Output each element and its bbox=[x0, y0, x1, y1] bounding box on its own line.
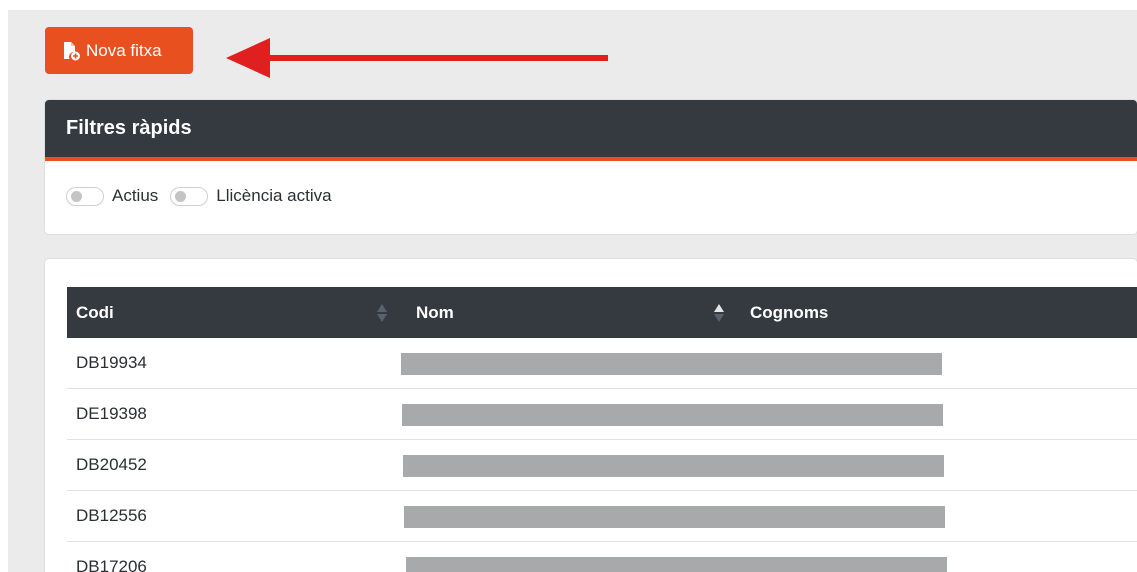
redacted-name bbox=[404, 506, 945, 528]
sort-ascending-icon[interactable] bbox=[714, 303, 724, 323]
toggle-llicencia-activa-switch[interactable] bbox=[170, 186, 209, 206]
file-add-icon bbox=[60, 40, 82, 62]
table-header: Codi Nom Cognoms bbox=[67, 287, 1137, 338]
sort-icon[interactable] bbox=[377, 303, 387, 323]
table-row[interactable]: DB20452 bbox=[67, 440, 1137, 491]
column-label-cognoms: Cognoms bbox=[750, 302, 829, 322]
column-label-codi: Codi bbox=[76, 302, 114, 322]
cell-codi: DB17206 bbox=[76, 557, 147, 572]
quick-filters-panel: Filtres ràpids Actius Llicència activa bbox=[45, 100, 1137, 234]
redacted-name bbox=[401, 353, 942, 375]
records-table-card: Codi Nom Cognoms DB19934 DE19398 DB20452… bbox=[45, 259, 1137, 572]
redacted-name bbox=[406, 557, 947, 572]
column-header-cognoms[interactable]: Cognoms bbox=[750, 287, 828, 338]
cell-codi: DB20452 bbox=[76, 455, 147, 474]
toggle-actius-switch[interactable] bbox=[66, 186, 104, 206]
table-row[interactable]: DB17206 bbox=[67, 542, 1137, 572]
records-table: Codi Nom Cognoms DB19934 DE19398 DB20452… bbox=[67, 287, 1137, 572]
column-header-codi[interactable]: Codi bbox=[76, 287, 114, 338]
cell-codi: DB12556 bbox=[76, 506, 147, 525]
filter-llicencia-activa: Llicència activa bbox=[170, 186, 332, 206]
toggle-actius-label: Actius bbox=[112, 186, 159, 205]
redacted-name bbox=[403, 455, 944, 477]
table-row[interactable]: DB19934 bbox=[67, 338, 1137, 389]
redacted-name bbox=[402, 404, 943, 426]
filter-actius: Actius bbox=[66, 186, 158, 206]
new-record-button[interactable]: Nova fitxa bbox=[45, 27, 193, 74]
toggle-knob bbox=[71, 190, 82, 202]
cell-codi: DE19398 bbox=[76, 404, 147, 423]
column-label-nom: Nom bbox=[416, 302, 454, 322]
toggle-knob bbox=[175, 190, 187, 202]
table-row[interactable]: DB12556 bbox=[67, 491, 1137, 542]
column-header-nom[interactable]: Nom bbox=[416, 287, 454, 338]
toggle-llicencia-activa-label: Llicència activa bbox=[216, 186, 332, 205]
new-record-label: Nova fitxa bbox=[86, 40, 162, 60]
cell-codi: DB19934 bbox=[76, 353, 147, 372]
quick-filters-title: Filtres ràpids bbox=[45, 100, 1137, 161]
red-arrow-annotation bbox=[226, 38, 608, 78]
table-row[interactable]: DE19398 bbox=[67, 389, 1137, 440]
